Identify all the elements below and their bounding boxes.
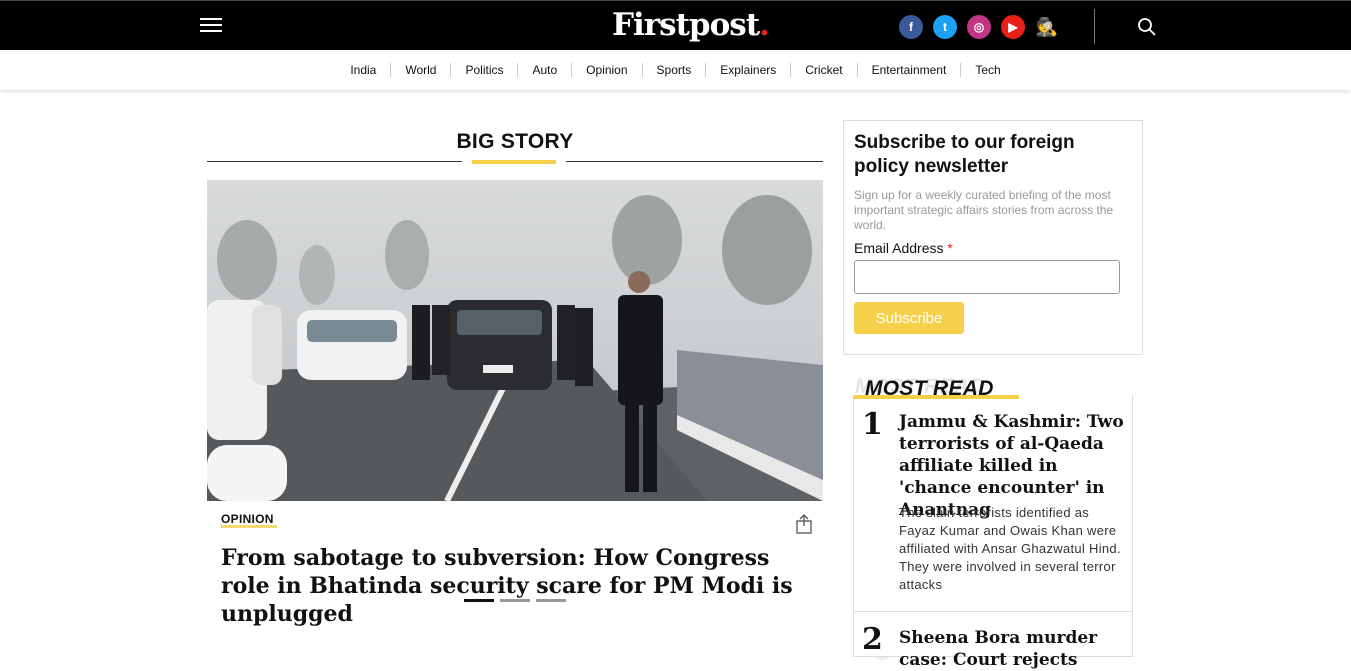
nav-item-explainers[interactable]: Explainers xyxy=(706,63,792,77)
nav-item-entertainment[interactable]: Entertainment xyxy=(858,63,962,77)
profile-icon[interactable]: 🕵 xyxy=(1035,15,1059,39)
carousel-dots xyxy=(464,599,566,602)
search-icon[interactable] xyxy=(1137,17,1157,37)
facebook-icon[interactable]: f xyxy=(899,15,923,39)
article-tag[interactable]: OPINION xyxy=(221,512,277,528)
required-mark: * xyxy=(947,240,953,256)
carousel-dot-1[interactable] xyxy=(464,599,494,602)
carousel-dot-2[interactable] xyxy=(500,599,530,602)
youtube-icon[interactable]: ▶ xyxy=(1001,15,1025,39)
site-logo[interactable]: Firstpost. xyxy=(612,7,770,43)
nav-item-sports[interactable]: Sports xyxy=(643,63,707,77)
nav-item-auto[interactable]: Auto xyxy=(518,63,573,77)
top-bar: Firstpost. f t ◎ ▶ 🕵 xyxy=(0,0,1351,50)
most-read-item-title[interactable]: Sheena Bora murder case: Court rejects xyxy=(899,627,1124,671)
email-label: Email Address * xyxy=(854,240,953,256)
newsletter-box: Subscribe to our foreign policy newslett… xyxy=(843,120,1143,355)
logo-text: Firstpost xyxy=(612,7,760,43)
nav-item-opinion[interactable]: Opinion xyxy=(572,63,643,77)
nav-item-politics[interactable]: Politics xyxy=(451,63,519,77)
heading-rule-right xyxy=(566,161,823,162)
nav-item-india[interactable]: India xyxy=(336,63,392,77)
rank-number: 2 xyxy=(862,622,894,660)
newsletter-title: Subscribe to our foreign policy newslett… xyxy=(854,132,1075,177)
big-story-headline[interactable]: From sabotage to subversion: How Congres… xyxy=(221,544,811,628)
email-field[interactable] xyxy=(854,260,1120,294)
menu-icon[interactable] xyxy=(200,18,222,32)
nav-item-tech[interactable]: Tech xyxy=(961,63,1014,77)
instagram-icon[interactable]: ◎ xyxy=(967,15,991,39)
newsletter-description: Sign up for a weekly curated briefing of… xyxy=(854,188,1114,232)
rank-number: 1 xyxy=(862,407,894,445)
section-title: BIG STORY xyxy=(456,130,574,153)
logo-dot: . xyxy=(759,7,770,43)
carousel-dot-3[interactable] xyxy=(536,599,566,602)
email-label-text: Email Address xyxy=(854,240,944,256)
nav-item-cricket[interactable]: Cricket xyxy=(791,63,858,77)
list-divider xyxy=(854,611,1132,612)
social-links: f t ◎ ▶ 🕵 xyxy=(899,15,1059,39)
main-nav: India World Politics Auto Opinion Sports… xyxy=(0,50,1351,90)
share-icon[interactable] xyxy=(795,514,813,534)
hero-image[interactable] xyxy=(207,180,823,501)
header-divider xyxy=(1094,9,1095,44)
twitter-icon[interactable]: t xyxy=(933,15,957,39)
heading-rule-left xyxy=(207,161,462,162)
subscribe-button[interactable]: Subscribe xyxy=(854,302,964,334)
nav-item-world[interactable]: World xyxy=(391,63,452,77)
big-story-heading: BIG STORY xyxy=(207,128,823,164)
heading-accent xyxy=(472,160,556,164)
most-read-item-description: The slain terrorists identified as Fayaz… xyxy=(899,505,1121,592)
most-read-list: 1 Jammu & Kashmir: Two terrorists of al-… xyxy=(853,395,1133,670)
